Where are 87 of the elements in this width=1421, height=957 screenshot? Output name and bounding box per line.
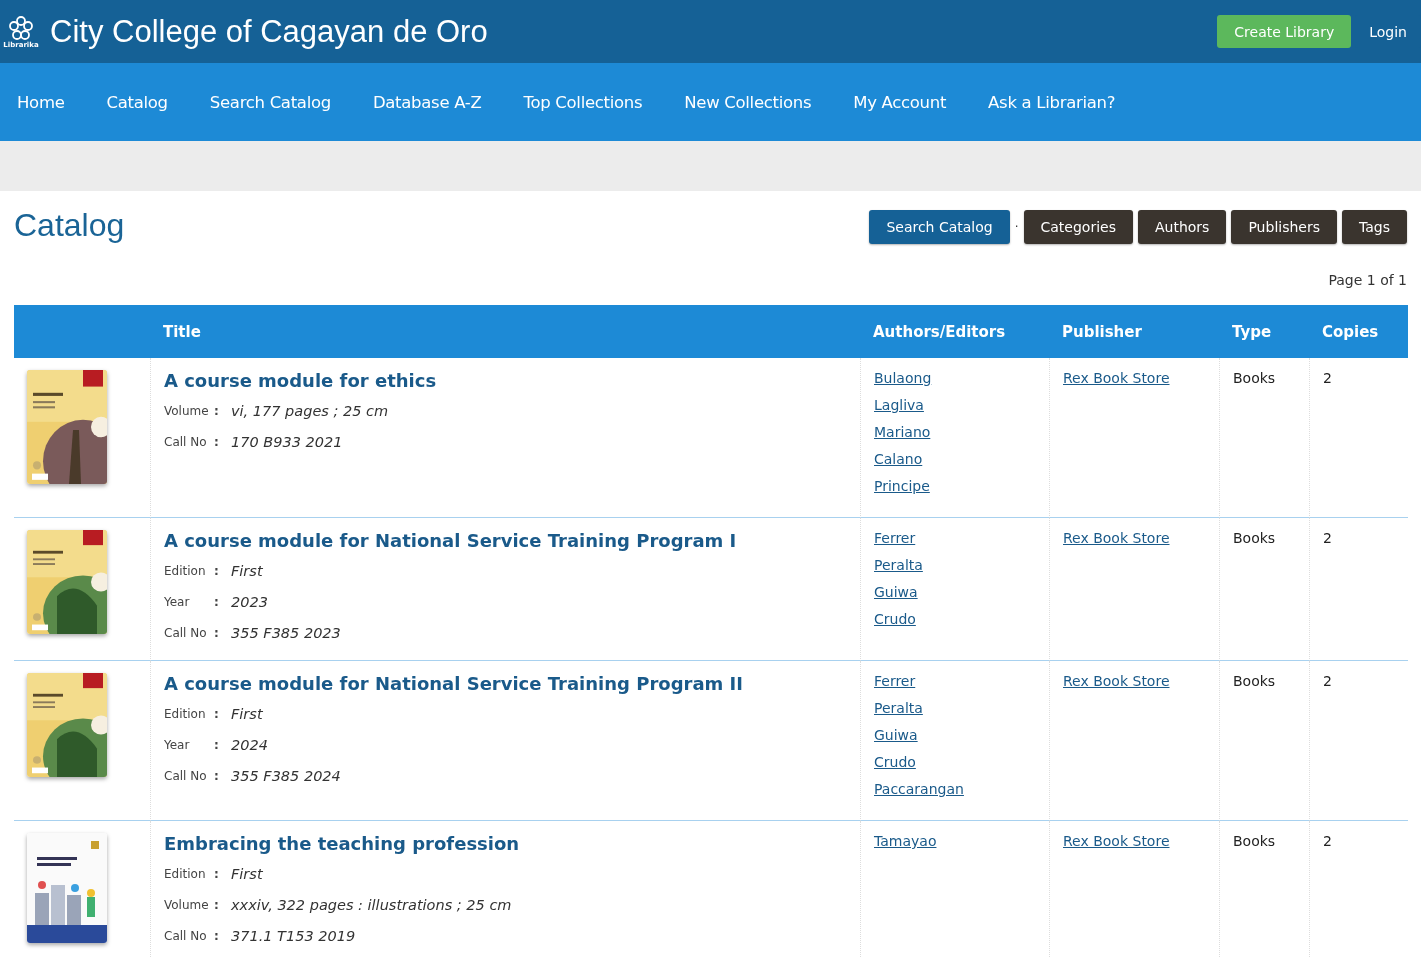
nav-link[interactable]: Catalog (106, 92, 168, 112)
page-title: Catalog (14, 207, 125, 244)
author-link[interactable]: Peralta (874, 552, 923, 579)
author-link[interactable]: Lagliva (874, 392, 924, 419)
nav-link[interactable]: New Collections (684, 92, 812, 112)
author-link[interactable]: Guiwa (874, 579, 918, 606)
publisher-link[interactable]: Rex Book Store (1063, 525, 1170, 552)
detail-value: First (231, 562, 263, 579)
author-link[interactable]: Bulaong (874, 365, 932, 392)
detail-label: Volume (164, 403, 210, 418)
author-link[interactable]: Peralta (874, 695, 923, 722)
catalog-tab[interactable]: Tags (1342, 210, 1407, 244)
author-link[interactable]: Crudo (874, 606, 916, 633)
detail-label: Edition (164, 866, 207, 881)
detail-value: 170 B933 2021 (231, 433, 343, 450)
colon: : (214, 563, 220, 578)
page-indicator: Page 1 of 1 (1328, 272, 1407, 288)
catalog-tab[interactable]: Search Catalog (869, 210, 1010, 244)
colon: : (214, 768, 220, 783)
site-title: City College of Cagayan de Oro (50, 13, 489, 50)
catalog-tab[interactable]: Categories (1023, 210, 1133, 244)
detail-label: Call No (164, 928, 208, 943)
type-text: Books (1233, 832, 1276, 851)
colon: : (214, 625, 220, 640)
detail-value: xxxiv, 322 pages : illustrations ; 25 cm (231, 896, 512, 913)
colon: : (214, 866, 220, 881)
author-link[interactable]: Ferrer (874, 525, 916, 552)
colon: : (214, 737, 220, 752)
column-header: Title (150, 305, 860, 358)
author-link[interactable]: Calano (874, 446, 923, 473)
copies-count: 2 (1323, 672, 1332, 691)
detail-label: Year (164, 737, 191, 752)
catalog-tab[interactable]: Publishers (1231, 210, 1337, 244)
column-header: Copies (1309, 305, 1408, 358)
publisher-link[interactable]: Rex Book Store (1063, 365, 1170, 392)
book-title-link[interactable]: A course module for National Service Training Program II (164, 673, 743, 694)
nav-link[interactable]: My Account (853, 92, 947, 112)
copies-count: 2 (1323, 369, 1332, 388)
detail-label: Edition (164, 706, 207, 721)
author-link[interactable]: Guiwa (874, 722, 918, 749)
column-header: Authors/Editors (860, 305, 1049, 358)
column-header: Publisher (1049, 305, 1219, 358)
detail-label: Call No (164, 625, 208, 640)
author-link[interactable]: Paccarangan (874, 776, 964, 803)
author-link[interactable]: Mariano (874, 419, 931, 446)
detail-value: 355 F385 2024 (231, 767, 341, 784)
nav-link[interactable]: Search Catalog (209, 92, 331, 112)
nav-link[interactable]: Ask a Librarian? (988, 92, 1116, 112)
detail-value: 2023 (231, 593, 268, 610)
colon: : (214, 706, 220, 721)
nav-link[interactable]: Database A-Z (372, 92, 482, 112)
detail-value: First (231, 705, 263, 722)
book-title-link[interactable]: Embracing the teaching profession (164, 833, 520, 854)
column-header: Type (1219, 305, 1309, 358)
book-title-link[interactable]: A course module for National Service Training Program I (164, 530, 737, 551)
nav-link[interactable]: Home (17, 92, 65, 112)
type-text: Books (1233, 672, 1276, 691)
book-title-link[interactable]: A course module for ethics (164, 370, 437, 391)
nav-link[interactable]: Top Collections (523, 92, 643, 112)
publisher-link[interactable]: Rex Book Store (1063, 828, 1170, 855)
type-text: Books (1233, 369, 1276, 388)
type-text: Books (1233, 529, 1276, 548)
detail-label: Call No (164, 434, 208, 449)
detail-label: Edition (164, 563, 207, 578)
detail-value: 355 F385 2023 (231, 624, 341, 641)
copies-count: 2 (1323, 832, 1332, 851)
detail-value: vi, 177 pages ; 25 cm (231, 402, 389, 419)
colon: : (214, 594, 220, 609)
detail-value: 371.1 T153 2019 (231, 927, 356, 944)
author-link[interactable]: Ferrer (874, 668, 916, 695)
author-link[interactable]: Crudo (874, 749, 916, 776)
detail-value: First (231, 865, 263, 882)
colon: : (214, 403, 220, 418)
detail-label: Call No (164, 768, 208, 783)
author-link[interactable]: Principe (874, 473, 930, 500)
flower-logo-icon (8, 14, 34, 41)
detail-label: Volume (164, 897, 210, 912)
colon: : (214, 928, 220, 943)
detail-label: Year (164, 594, 191, 609)
detail-value: 2024 (231, 736, 268, 753)
colon: : (214, 897, 220, 912)
author-link[interactable]: Tamayao (874, 828, 937, 855)
colon: : (214, 434, 220, 449)
copies-count: 2 (1323, 529, 1332, 548)
publisher-link[interactable]: Rex Book Store (1063, 668, 1170, 695)
separator-dot: · (1014, 220, 1019, 234)
catalog-tab[interactable]: Authors (1138, 210, 1227, 244)
